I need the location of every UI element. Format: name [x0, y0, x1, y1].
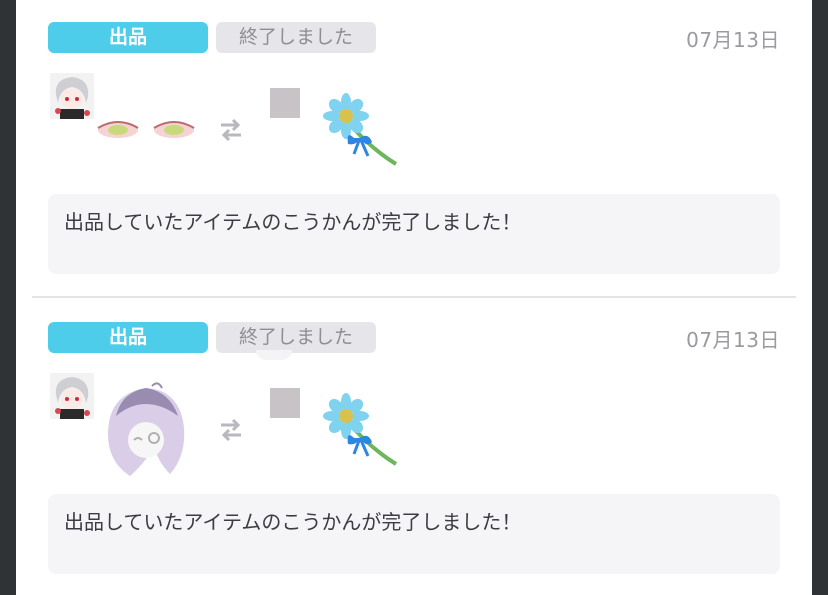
listing-badge: 出品 [48, 22, 208, 53]
lavender-hair-item-icon [108, 382, 185, 476]
notification-date: 07月13日 [686, 28, 780, 52]
trade-notification-entry[interactable]: 出品 終了しました 07月13日 出品していたアイテムのこうかんが完了しました！ [16, 300, 812, 590]
notification-message: 出品していたアイテムのこうかんが完了しました！ [64, 510, 522, 534]
blue-flower-item-icon [323, 93, 398, 166]
notification-message-box: 出品していたアイテムのこうかんが完了しました！ [48, 494, 780, 574]
user-avatar[interactable] [50, 373, 94, 419]
eyes-makeup-item-icon [97, 121, 195, 138]
entry-divider [32, 296, 796, 298]
notification-panel: 出品 終了しました 07月13日 出品していたアイテムのこうかんが完了しました！… [16, 0, 812, 595]
user-avatar[interactable] [50, 73, 94, 119]
blue-flower-item-icon [323, 393, 398, 466]
tooltip-notch [256, 350, 292, 360]
notification-message: 出品していたアイテムのこうかんが完了しました！ [64, 210, 522, 234]
item-thumbnail-placeholder [270, 88, 300, 118]
status-badge: 終了しました [216, 22, 376, 53]
status-badge: 終了しました [216, 322, 376, 353]
notification-date: 07月13日 [686, 328, 780, 352]
exchange-arrows-icon [221, 418, 241, 442]
notification-message-box: 出品していたアイテムのこうかんが完了しました！ [48, 194, 780, 274]
listing-badge: 出品 [48, 322, 208, 353]
trade-notification-entry[interactable]: 出品 終了しました 07月13日 出品していたアイテムのこうかんが完了しました！ [16, 0, 812, 290]
item-thumbnail-placeholder [270, 388, 300, 418]
exchange-arrows-icon [221, 118, 241, 142]
